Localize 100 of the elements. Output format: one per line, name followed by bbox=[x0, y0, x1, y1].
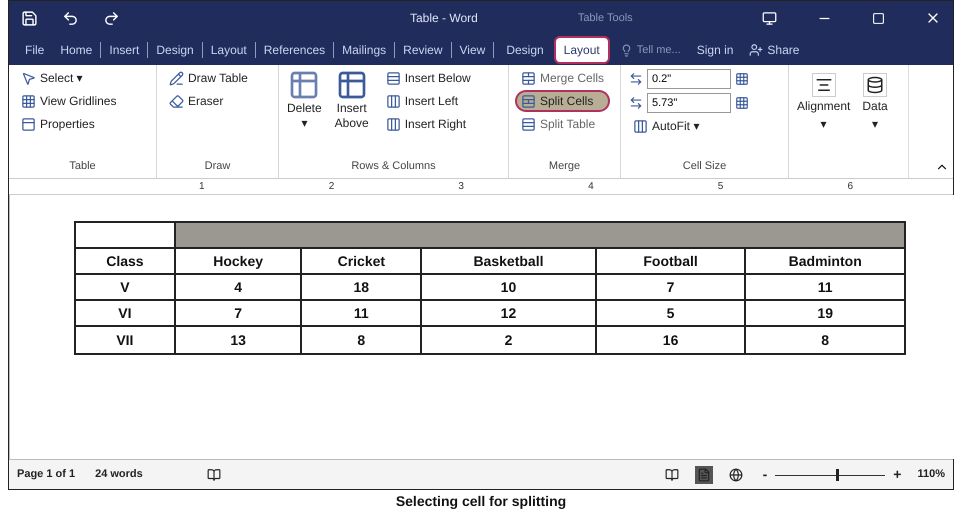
cell-dimension-icon bbox=[629, 72, 643, 86]
ruler-number: 6 bbox=[847, 180, 853, 194]
ribbon-tab[interactable]: Mailings bbox=[334, 38, 394, 62]
ribbon-tab[interactable]: References bbox=[256, 38, 334, 62]
table-cell: 10 bbox=[422, 275, 597, 299]
proofing-icon[interactable] bbox=[206, 468, 221, 482]
column-header: Basketball bbox=[422, 249, 597, 273]
distribute-icon bbox=[735, 72, 749, 86]
zoom-slider[interactable] bbox=[775, 468, 886, 480]
maximize-icon[interactable] bbox=[872, 12, 885, 24]
data-icon bbox=[863, 73, 888, 97]
zoom-slider-thumb[interactable] bbox=[836, 468, 839, 480]
ribbon-button[interactable]: Select ▾ bbox=[17, 69, 120, 87]
redo-icon[interactable] bbox=[103, 10, 120, 26]
figure-caption: Selecting cell for splitting bbox=[396, 494, 566, 508]
table-cell: 4 bbox=[176, 275, 302, 299]
zoom-level: 110% bbox=[917, 467, 945, 482]
button-icon bbox=[521, 94, 536, 108]
ribbon-tab[interactable]: File bbox=[17, 38, 52, 62]
ribbon-button[interactable]: Insert Below bbox=[382, 69, 475, 87]
ruler-number: 5 bbox=[718, 180, 724, 194]
column-header: Badminton bbox=[788, 252, 863, 270]
ribbon-button[interactable]: Insert Left bbox=[382, 92, 475, 110]
ribbon-tab[interactable]: Home bbox=[52, 38, 100, 62]
insert-table-icon bbox=[336, 69, 368, 101]
ribbon-tab[interactable]: Review bbox=[395, 38, 451, 62]
ribbon-tab[interactable]: View bbox=[452, 38, 494, 62]
table-cell: VI bbox=[76, 301, 176, 325]
table-cell: V bbox=[76, 275, 176, 299]
group-label: Cell Size bbox=[682, 158, 728, 174]
window-title: Table - Word bbox=[410, 10, 478, 27]
ribbon-button[interactable]: Merge Cells bbox=[517, 69, 608, 87]
group-label: Merge bbox=[548, 158, 582, 174]
ribbon-button[interactable]: Insert Right bbox=[382, 115, 475, 133]
sign-in-link[interactable]: Sign in bbox=[696, 41, 734, 59]
zoom-out-button[interactable]: - bbox=[762, 464, 768, 485]
ruler-number: 2 bbox=[328, 180, 334, 194]
cell-size-field[interactable]: 0.2" bbox=[647, 69, 731, 89]
group-label: Table bbox=[68, 158, 97, 174]
table-cell: 13 bbox=[176, 327, 302, 353]
table-cell: 11 bbox=[302, 301, 422, 325]
ribbon-button[interactable]: Split Cells bbox=[517, 92, 608, 110]
ribbon-tab[interactable]: Design bbox=[498, 38, 552, 62]
tell-me-button[interactable]: Tell me... bbox=[620, 42, 681, 58]
data-button[interactable]: Data ▾ bbox=[862, 73, 888, 178]
ribbon-button[interactable]: View Gridlines bbox=[17, 92, 120, 110]
button-icon bbox=[633, 118, 648, 134]
ruler-number: 3 bbox=[458, 180, 464, 194]
word-count: 24 words bbox=[95, 467, 143, 482]
button-icon bbox=[21, 116, 36, 132]
table-cell-text: 8 bbox=[820, 330, 830, 350]
alignment-button[interactable]: Alignment ▾ bbox=[797, 73, 850, 178]
insert-above-button[interactable]: Insert Above bbox=[330, 69, 374, 158]
save-icon[interactable] bbox=[21, 10, 38, 26]
page-count: Page 1 of 1 bbox=[17, 467, 76, 482]
zoom-in-button[interactable]: + bbox=[893, 464, 902, 485]
button-icon bbox=[386, 116, 401, 132]
context-title: Table Tools bbox=[578, 10, 633, 26]
ruler-number: 1 bbox=[199, 180, 205, 194]
read-mode-icon[interactable] bbox=[664, 468, 679, 482]
ribbon-tab[interactable]: Design bbox=[148, 38, 202, 62]
distribute-icon bbox=[735, 96, 749, 110]
column-header: Cricket bbox=[302, 249, 422, 273]
undo-icon[interactable] bbox=[62, 10, 79, 26]
print-layout-icon[interactable] bbox=[694, 466, 713, 484]
cell-size-field[interactable]: 5.73" bbox=[647, 93, 731, 113]
table-cell: 8 bbox=[302, 327, 422, 353]
table-cell-text: 19 bbox=[816, 304, 834, 322]
table-cell: 12 bbox=[422, 301, 597, 325]
table-cell-text: 11 bbox=[816, 278, 834, 296]
cell-dimension-icon bbox=[629, 96, 643, 110]
button-icon bbox=[169, 94, 184, 108]
display-options-icon[interactable] bbox=[762, 10, 777, 26]
ribbon-button[interactable]: Split Table bbox=[517, 115, 608, 133]
delete-button[interactable]: Delete ▾ bbox=[287, 69, 322, 158]
table-cell: 5 bbox=[596, 301, 746, 325]
alignment-icon bbox=[812, 73, 836, 97]
button-icon bbox=[521, 116, 536, 132]
button-icon bbox=[169, 70, 184, 86]
ribbon-button[interactable]: Draw Table bbox=[165, 69, 252, 87]
ribbon-button[interactable]: Eraser bbox=[165, 92, 252, 110]
button-icon bbox=[21, 94, 36, 108]
table-cell: 2 bbox=[422, 327, 597, 353]
ribbon-button[interactable]: AutoFit ▾ bbox=[629, 117, 749, 135]
ribbon-tab[interactable]: Layout bbox=[556, 38, 608, 62]
button-icon bbox=[21, 70, 36, 86]
table-cell: 18 bbox=[302, 275, 422, 299]
table-cell: 7 bbox=[176, 301, 302, 325]
share-button[interactable]: Share bbox=[749, 41, 800, 59]
ribbon-tab[interactable]: Insert bbox=[101, 38, 148, 62]
ruler-number: 4 bbox=[588, 180, 594, 194]
group-label: Draw bbox=[204, 158, 232, 174]
ribbon-tab[interactable]: Layout bbox=[202, 38, 255, 62]
button-icon bbox=[521, 70, 536, 86]
lightbulb-icon bbox=[620, 44, 633, 56]
column-header: Hockey bbox=[176, 249, 302, 273]
button-icon bbox=[386, 70, 401, 86]
table-cell: 16 bbox=[596, 327, 746, 353]
web-layout-icon[interactable] bbox=[728, 468, 743, 482]
ribbon-button[interactable]: Properties bbox=[17, 115, 120, 133]
